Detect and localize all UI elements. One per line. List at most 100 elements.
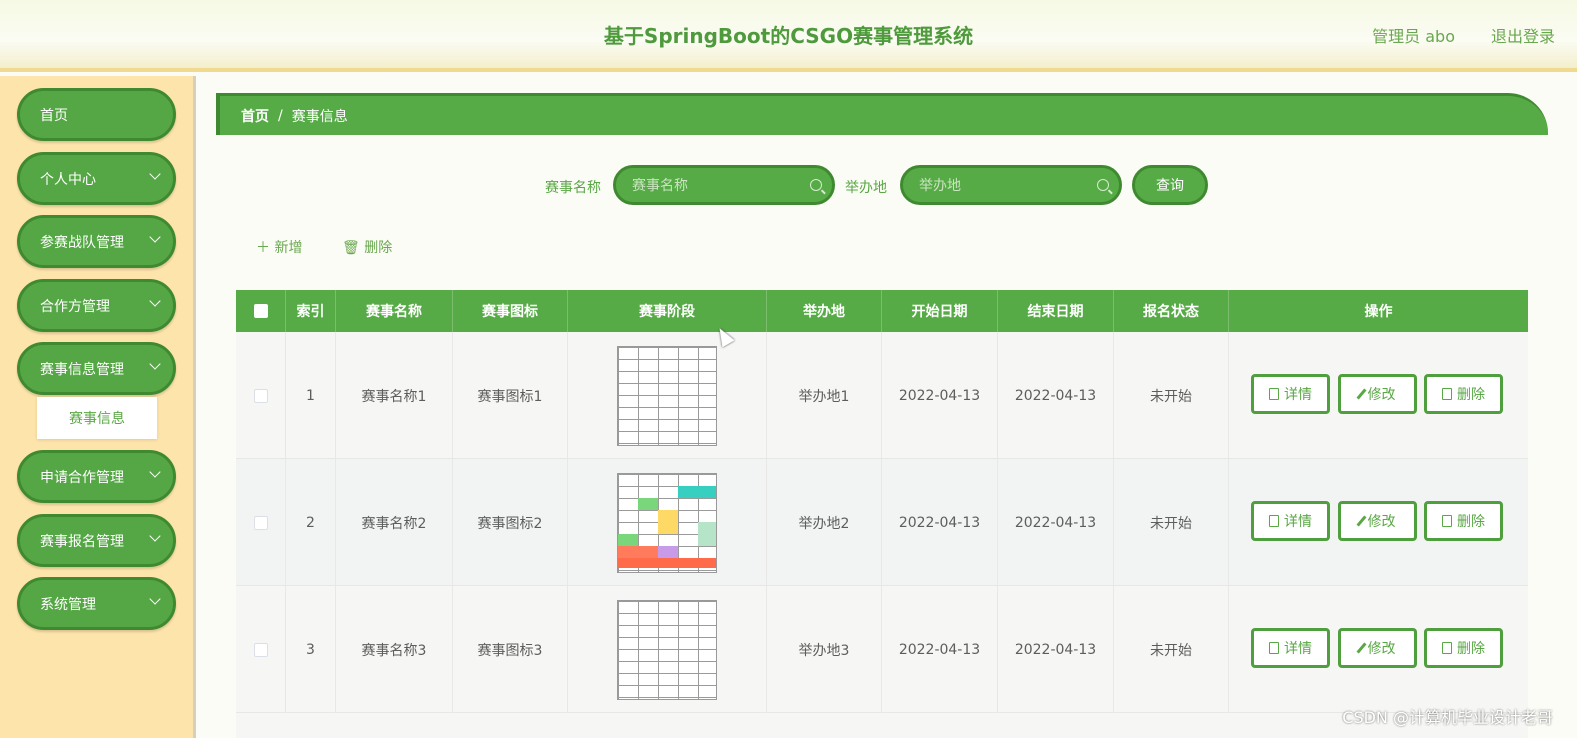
- chevron-down-icon: [149, 530, 161, 542]
- row-checkbox[interactable]: [253, 642, 268, 657]
- detail-label: 详情: [1284, 514, 1312, 530]
- event-name-input[interactable]: 赛事名称: [613, 165, 835, 205]
- sidebar-item-event-info-management[interactable]: 赛事信息管理: [17, 342, 176, 395]
- trash-icon: 🗑: [342, 240, 360, 256]
- delete-button[interactable]: 删除: [1424, 374, 1503, 414]
- stage-cell: [568, 332, 767, 459]
- name-cell: 赛事名称2: [336, 459, 453, 586]
- pencil-icon: [1355, 388, 1367, 400]
- icon-cell: 赛事图标2: [453, 459, 568, 586]
- batch-delete-button[interactable]: 🗑 删除: [342, 237, 392, 257]
- sidebar-item-partner-management[interactable]: 合作方管理: [17, 279, 176, 332]
- breadcrumb-separator: /: [278, 107, 283, 124]
- document-icon: [1269, 642, 1279, 654]
- table-header: 索引 赛事名称 赛事图标 赛事阶段 举办地 开始日期 结束日期 报名状态 操作: [236, 290, 1528, 332]
- sidebar-scrollbar[interactable]: [193, 76, 196, 738]
- pencil-icon: [1355, 515, 1367, 527]
- detail-button[interactable]: 详情: [1251, 501, 1330, 541]
- chevron-down-icon: [149, 231, 161, 243]
- search-icon: [1097, 179, 1109, 191]
- name-cell: 赛事名称3: [336, 586, 453, 713]
- sidebar-item-label: 参赛战队管理: [40, 234, 124, 251]
- trash-icon: [1442, 515, 1452, 527]
- location-cell: 举办地3: [767, 586, 882, 713]
- status-cell: 未开始: [1114, 332, 1229, 459]
- sidebar-item-system-management[interactable]: 系统管理: [17, 577, 176, 630]
- app-title: 基于SpringBoot的CSGO赛事管理系统: [603, 24, 974, 48]
- document-icon: [1269, 388, 1279, 400]
- sidebar-item-label: 赛事信息管理: [40, 361, 124, 378]
- icon-cell: 赛事图标1: [453, 332, 568, 459]
- column-header-end-date: 结束日期: [998, 290, 1114, 332]
- row-select-cell: [236, 459, 286, 586]
- stage-image[interactable]: [617, 599, 717, 700]
- edit-label: 修改: [1367, 514, 1396, 530]
- stage-image[interactable]: [617, 345, 717, 446]
- sidebar-item-cooperation-application[interactable]: 申请合作管理: [17, 450, 176, 503]
- sidebar-item-label: 申请合作管理: [40, 469, 124, 486]
- edit-button[interactable]: 修改: [1338, 374, 1417, 414]
- sidebar-item-registration-management[interactable]: 赛事报名管理: [17, 514, 176, 567]
- select-all-checkbox[interactable]: [253, 304, 268, 318]
- event-name-label: 赛事名称: [545, 180, 601, 196]
- column-header-start-date: 开始日期: [882, 290, 998, 332]
- sidebar-item-personal-center[interactable]: 个人中心: [17, 152, 176, 205]
- table-row: 1 赛事名称1 赛事图标1 举办地1 2022-04-13 2022-04-13…: [236, 332, 1528, 459]
- submenu-item-event-info[interactable]: 赛事信息: [37, 397, 157, 439]
- delete-button[interactable]: 删除: [1424, 628, 1503, 668]
- start-date-cell: 2022-04-13: [882, 586, 998, 713]
- sidebar-item-home[interactable]: 首页: [17, 88, 176, 141]
- chevron-down-icon: [149, 593, 161, 605]
- location-input[interactable]: 举办地: [900, 165, 1122, 205]
- add-button[interactable]: ＋ 新增: [256, 237, 302, 257]
- breadcrumb-current: 赛事信息: [291, 108, 348, 125]
- sidebar-item-team-management[interactable]: 参赛战队管理: [17, 215, 176, 268]
- edit-button[interactable]: 修改: [1338, 501, 1417, 541]
- detail-button[interactable]: 详情: [1251, 374, 1330, 414]
- edit-label: 修改: [1367, 641, 1396, 657]
- status-cell: 未开始: [1114, 459, 1229, 586]
- add-label: 新增: [274, 240, 303, 256]
- table-row-partial: [236, 713, 1528, 738]
- event-name-placeholder: 赛事名称: [632, 178, 688, 194]
- edit-label: 修改: [1367, 387, 1396, 403]
- name-cell: 赛事名称1: [336, 332, 453, 459]
- sidebar-item-label: 合作方管理: [40, 298, 110, 315]
- detail-button[interactable]: 详情: [1251, 628, 1330, 668]
- sidebar-item-label: 首页: [40, 107, 68, 124]
- actions-cell: 详情 修改 删除: [1229, 459, 1528, 586]
- delete-label: 删除: [364, 240, 393, 256]
- row-select-cell: [236, 586, 286, 713]
- sidebar-item-label: 赛事报名管理: [40, 533, 124, 550]
- edit-button[interactable]: 修改: [1338, 628, 1417, 668]
- stage-image[interactable]: [617, 472, 717, 573]
- index-cell: 3: [286, 586, 336, 713]
- query-button[interactable]: 查询: [1132, 165, 1208, 205]
- actions-cell: 详情 修改 删除: [1229, 586, 1528, 713]
- delete-button[interactable]: 删除: [1424, 501, 1503, 541]
- plus-icon: ＋: [256, 240, 270, 256]
- delete-label: 删除: [1457, 387, 1485, 403]
- top-header: 基于SpringBoot的CSGO赛事管理系统 管理员 abo 退出登录: [0, 0, 1577, 72]
- column-header-index: 索引: [286, 290, 336, 332]
- end-date-cell: 2022-04-13: [998, 332, 1114, 459]
- status-cell: 未开始: [1114, 586, 1229, 713]
- breadcrumb-home[interactable]: 首页: [241, 106, 269, 126]
- start-date-cell: 2022-04-13: [882, 332, 998, 459]
- logout-link[interactable]: 退出登录: [1491, 23, 1555, 47]
- row-checkbox[interactable]: [253, 515, 268, 530]
- column-header-status: 报名状态: [1114, 290, 1229, 332]
- stage-cell: [568, 586, 767, 713]
- breadcrumb: 首页 / 赛事信息: [216, 93, 1548, 135]
- chevron-down-icon: [149, 168, 161, 180]
- row-checkbox[interactable]: [253, 388, 268, 403]
- column-header-actions: 操作: [1364, 304, 1393, 320]
- end-date-cell: 2022-04-13: [998, 586, 1114, 713]
- stage-cell: [568, 459, 767, 586]
- document-icon: [1269, 515, 1279, 527]
- location-cell: 举办地2: [767, 459, 882, 586]
- table-row: 3 赛事名称3 赛事图标3 举办地3 2022-04-13 2022-04-13…: [236, 586, 1528, 713]
- sidebar-item-label: 系统管理: [40, 596, 96, 613]
- chevron-down-icon: [149, 466, 161, 478]
- delete-label: 删除: [1457, 641, 1485, 657]
